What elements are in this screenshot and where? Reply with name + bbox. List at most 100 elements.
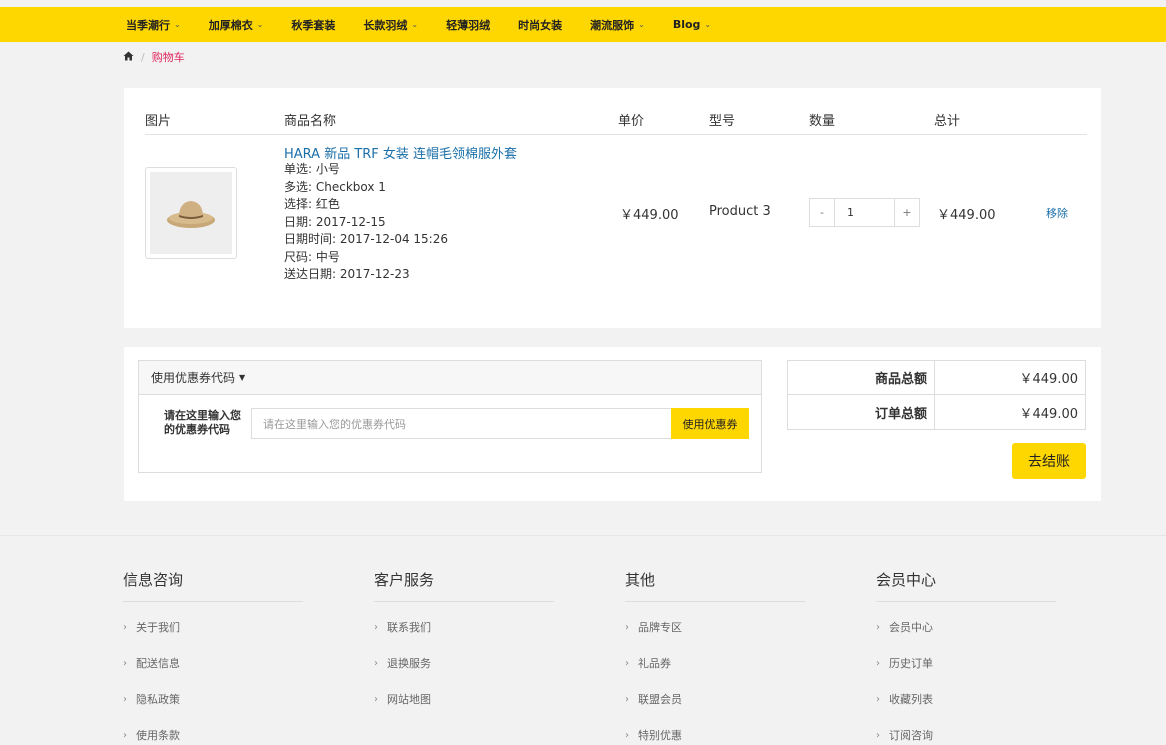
footer-link-label: 会员中心	[889, 621, 933, 634]
footer-column-info: 信息咨询 › 关于我们 › 配送信息 › 隐私政策 › 使用条款	[123, 569, 303, 745]
nav-label: 长款羽绒	[363, 18, 408, 32]
footer-link-label: 联盟会员	[638, 693, 682, 706]
option-line: 日期时间: 2017-12-04 15:26	[284, 232, 448, 246]
nav-item-seasonal[interactable]: 当季潮行 ⌄	[126, 17, 181, 33]
chevron-right-icon: ›	[374, 621, 378, 633]
breadcrumb: / 购物车	[123, 49, 185, 65]
quantity-input[interactable]: 1	[835, 198, 894, 227]
header-unit-price: 单价	[618, 114, 645, 129]
footer-link[interactable]: › 订阅咨询	[876, 717, 1056, 745]
chevron-right-icon: ›	[876, 729, 880, 741]
footer-column-member: 会员中心 › 会员中心 › 历史订单 › 收藏列表 › 订阅咨询	[876, 569, 1056, 745]
footer-link-label: 品牌专区	[638, 621, 682, 634]
chevron-right-icon: ›	[123, 657, 127, 669]
chevron-right-icon: ›	[625, 693, 629, 705]
nav-item-blog[interactable]: Blog ⌄	[673, 18, 711, 31]
coupon-toggle[interactable]: 使用优惠券代码 ▼	[139, 361, 761, 395]
chevron-down-icon: ⌄	[174, 20, 181, 29]
footer-link[interactable]: › 特别优惠	[625, 717, 805, 745]
footer-link-label: 隐私政策	[136, 693, 180, 706]
footer-link[interactable]: › 配送信息	[123, 645, 303, 681]
footer-column-title: 信息咨询	[123, 569, 303, 602]
chevron-right-icon: ›	[876, 657, 880, 669]
coupon-code-input[interactable]: 请在这里输入您的优惠券代码	[251, 408, 671, 439]
nav-item-light-down[interactable]: 轻薄羽绒	[446, 17, 490, 33]
total-row: 订单总额 ￥449.00	[788, 395, 1085, 429]
subtotal-row: 商品总额 ￥449.00	[788, 361, 1085, 395]
increase-quantity-button[interactable]: +	[894, 198, 920, 227]
subtotal-label: 商品总额	[788, 361, 935, 394]
footer-column-title: 其他	[625, 569, 805, 602]
footer-link-label: 订阅咨询	[889, 729, 933, 742]
option-line: 选择: 红色	[284, 197, 340, 211]
nav-label: 轻薄羽绒	[446, 18, 491, 32]
footer-column-other: 其他 › 品牌专区 › 礼品券 › 联盟会员 › 特别优惠	[625, 569, 805, 745]
checkout-button[interactable]: 去结账	[1012, 443, 1086, 479]
chevron-right-icon: ›	[876, 693, 880, 705]
quantity-stepper: - 1 +	[809, 198, 920, 227]
nav-label: 秋季套装	[291, 18, 336, 32]
line-total: ￥449.00	[937, 208, 996, 223]
chevron-right-icon: ›	[625, 729, 629, 741]
remove-item-link[interactable]: 移除	[1046, 205, 1068, 221]
footer-link-label: 使用条款	[136, 729, 180, 742]
footer-link[interactable]: › 隐私政策	[123, 681, 303, 717]
header-name: 商品名称	[284, 114, 337, 129]
nav-item-womens-fashion[interactable]: 时尚女装	[518, 17, 562, 33]
footer-link[interactable]: › 历史订单	[876, 645, 1056, 681]
footer-link[interactable]: › 品牌专区	[625, 609, 805, 645]
total-label: 订单总额	[788, 395, 935, 429]
footer-link[interactable]: › 会员中心	[876, 609, 1056, 645]
nav-item-autumn-sets[interactable]: 秋季套装	[291, 17, 335, 33]
product-model: Product 3	[709, 204, 771, 219]
top-nav-bar: 当季潮行 ⌄ 加厚棉衣 ⌄ 秋季套装 长款羽绒 ⌄ 轻薄羽绒 时尚女装 潮流服饰 ⌄ B…	[0, 7, 1166, 42]
product-thumbnail[interactable]	[145, 167, 237, 259]
footer-link[interactable]: › 联系我们	[374, 609, 554, 645]
breadcrumb-current[interactable]: 购物车	[152, 49, 185, 65]
main-nav: 当季潮行 ⌄ 加厚棉衣 ⌄ 秋季套装 长款羽绒 ⌄ 轻薄羽绒 时尚女装 潮流服饰 ⌄ B…	[126, 7, 739, 42]
header-total: 总计	[934, 114, 961, 129]
chevron-right-icon: ›	[625, 657, 629, 669]
nav-item-padded-coats[interactable]: 加厚棉衣 ⌄	[209, 17, 264, 33]
nav-label: 当季潮行	[126, 18, 170, 32]
option-line: 送达日期: 2017-12-23	[284, 267, 410, 281]
footer-link-label: 历史订单	[889, 657, 933, 670]
footer-column-title: 会员中心	[876, 569, 1056, 602]
nav-label: 加厚棉衣	[208, 18, 253, 32]
chevron-right-icon: ›	[374, 657, 378, 669]
nav-label: 时尚女装	[518, 18, 563, 32]
order-totals: 商品总额 ￥449.00 订单总额 ￥449.00	[787, 360, 1086, 430]
footer-link[interactable]: › 联盟会员	[625, 681, 805, 717]
footer-link-label: 联系我们	[387, 621, 431, 634]
product-name-link[interactable]: HARA 新品 TRF 女装 连帽毛领棉服外套	[284, 143, 517, 162]
nav-item-long-down[interactable]: 长款羽绒 ⌄	[363, 17, 418, 33]
chevron-right-icon: ›	[123, 693, 127, 705]
footer-link-label: 网站地图	[387, 693, 431, 706]
footer-link-label: 收藏列表	[889, 693, 933, 706]
chevron-right-icon: ›	[876, 621, 880, 633]
footer-link[interactable]: › 收藏列表	[876, 681, 1056, 717]
nav-item-trend-apparel[interactable]: 潮流服饰 ⌄	[590, 17, 645, 33]
option-line: 尺码: 中号	[284, 249, 340, 264]
caret-down-icon: ▼	[239, 373, 246, 382]
header-quantity: 数量	[809, 114, 836, 129]
cart-table-header: 图片 商品名称 单价 型号 数量 总计	[145, 108, 1087, 135]
coupon-box: 使用优惠券代码 ▼ 请在这里输入您的优惠券代码 请在这里输入您的优惠券代码 使用…	[138, 360, 762, 473]
footer-link-label: 特别优惠	[638, 729, 682, 742]
footer-link[interactable]: › 使用条款	[123, 717, 303, 745]
footer-link[interactable]: › 网站地图	[374, 681, 554, 717]
home-icon[interactable]	[123, 51, 134, 64]
chevron-right-icon: ›	[374, 693, 378, 705]
header-model: 型号	[709, 114, 736, 129]
decrease-quantity-button[interactable]: -	[809, 198, 835, 227]
footer-link[interactable]: › 退换服务	[374, 645, 554, 681]
unit-price: ￥449.00	[620, 208, 679, 223]
footer-link[interactable]: › 关于我们	[123, 609, 303, 645]
coupon-header-label: 使用优惠券代码	[151, 371, 236, 385]
apply-coupon-button[interactable]: 使用优惠券	[671, 408, 749, 439]
nav-label: 潮流服饰	[590, 18, 635, 32]
footer-column-title: 客户服务	[374, 569, 554, 602]
footer-link-label: 配送信息	[136, 657, 180, 670]
footer-link[interactable]: › 礼品券	[625, 645, 805, 681]
footer-link-label: 礼品券	[638, 657, 671, 670]
